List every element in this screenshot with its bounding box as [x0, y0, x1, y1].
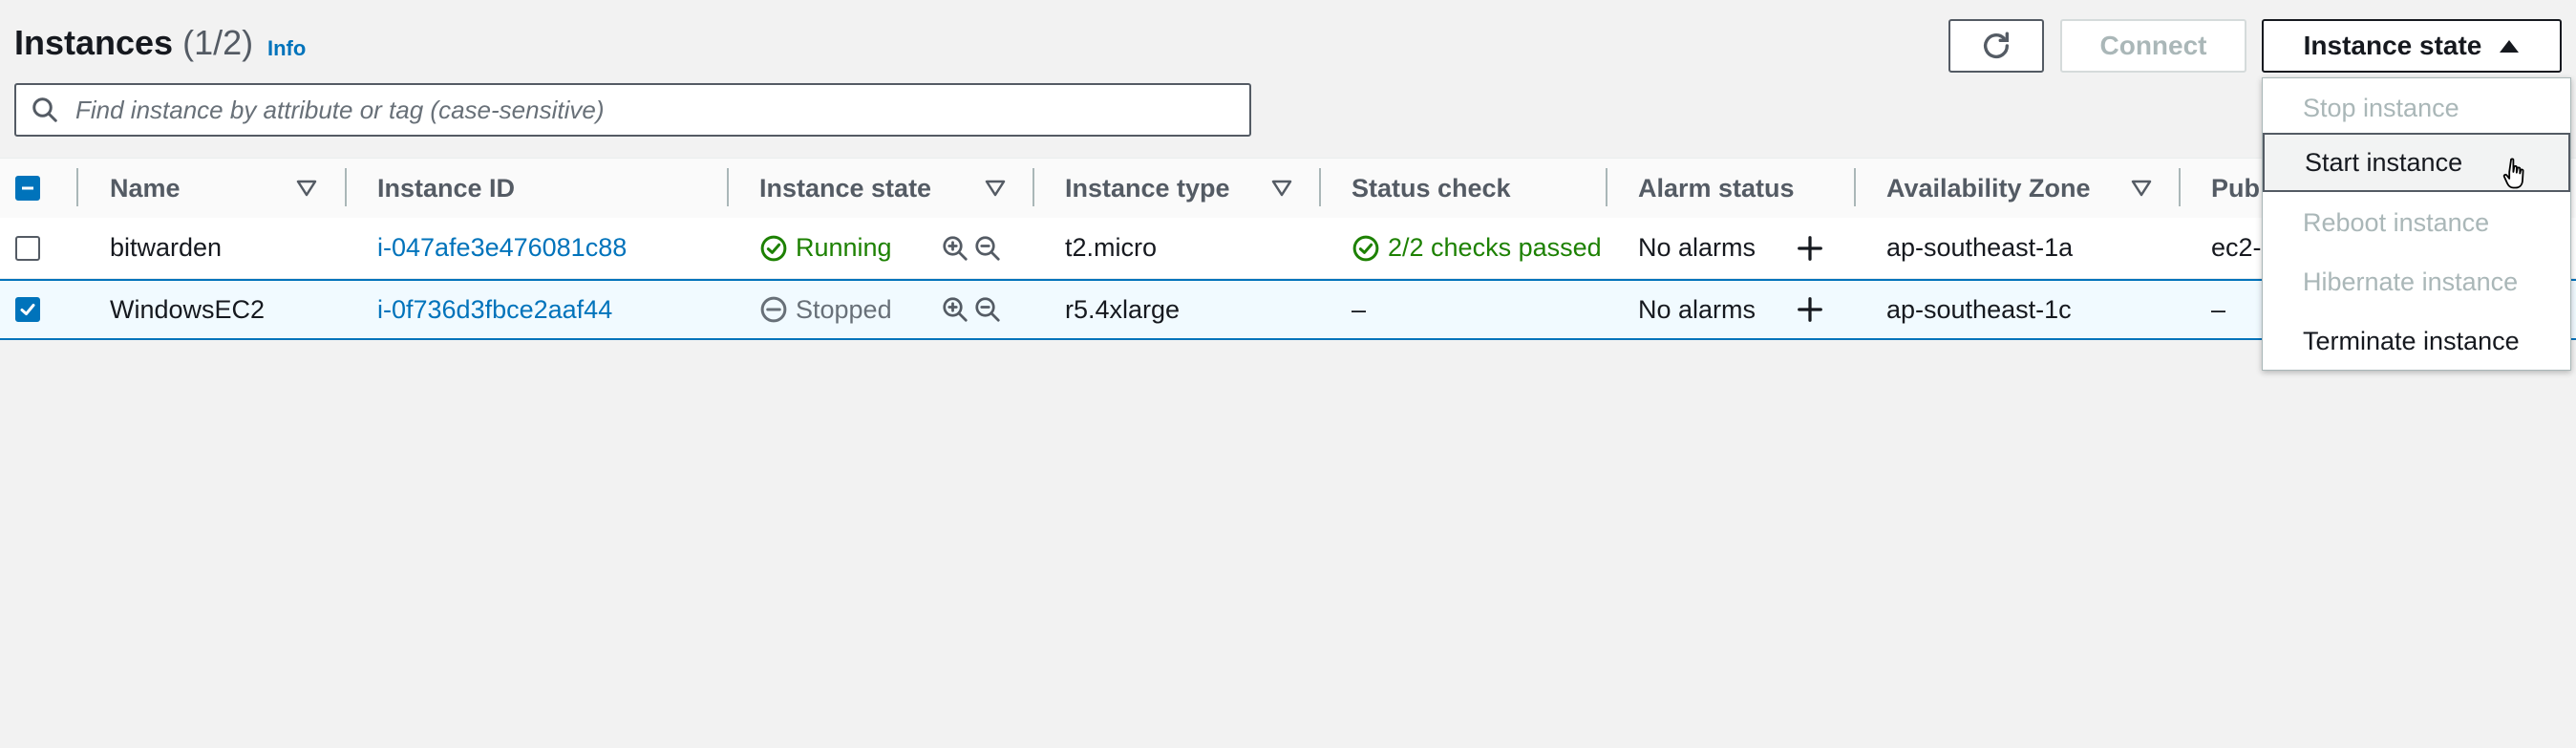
- column-header-instance-type[interactable]: Instance type: [1065, 159, 1230, 218]
- search-field[interactable]: [14, 83, 1251, 137]
- instance-state-cell: Stopped: [759, 281, 892, 338]
- indeterminate-icon: [22, 186, 33, 190]
- instance-state-menu: Stop instance Start instance Reboot inst…: [2262, 77, 2571, 371]
- menu-item-hibernate-instance[interactable]: Hibernate instance: [2263, 252, 2570, 311]
- menu-item-reboot-instance[interactable]: Reboot instance: [2263, 193, 2570, 252]
- instance-type: r5.4xlarge: [1065, 294, 1181, 324]
- instance-state-button[interactable]: Instance state: [2262, 19, 2562, 73]
- column-header-availability-zone[interactable]: Availability Zone: [1886, 159, 2091, 218]
- add-alarm-button[interactable]: [1796, 281, 1824, 338]
- column-divider[interactable]: [345, 168, 347, 206]
- refresh-button[interactable]: [1948, 19, 2044, 73]
- instance-id-link[interactable]: i-047afe3e476081c88: [377, 218, 627, 278]
- instance-name: WindowsEC2: [110, 294, 266, 324]
- status-check-cell: 2/2 checks passed: [1352, 218, 1602, 278]
- zoom-controls: [941, 281, 1002, 338]
- column-divider[interactable]: [727, 168, 729, 206]
- zoom-out-icon[interactable]: [973, 234, 1002, 263]
- column-header-instance-id[interactable]: Instance ID: [377, 159, 515, 218]
- checkmark-icon: [20, 304, 35, 315]
- hand-cursor-icon: [2502, 158, 2524, 189]
- column-divider[interactable]: [2179, 168, 2181, 206]
- zoom-out-icon[interactable]: [973, 295, 1002, 324]
- check-circle-icon: [760, 235, 787, 261]
- column-header-instance-state[interactable]: Instance state: [759, 159, 931, 218]
- plus-icon: [1798, 297, 1822, 322]
- page-title: Instances (1/2): [14, 23, 253, 63]
- selection-count: (1/2): [182, 23, 254, 62]
- stopped-circle-icon: [760, 296, 787, 323]
- alarm-status: No alarms: [1638, 233, 1756, 262]
- status-check-text: –: [1352, 294, 1367, 324]
- caret-up-icon: [2500, 40, 2520, 53]
- instance-state-text: Running: [796, 233, 892, 262]
- sort-down-icon[interactable]: [2131, 180, 2152, 197]
- search-icon: [16, 96, 74, 124]
- zoom-controls: [941, 218, 1002, 278]
- table-row[interactable]: WindowsEC2 i-0f736d3fbce2aaf44 Stopped r…: [0, 279, 2576, 340]
- column-divider[interactable]: [1319, 168, 1321, 206]
- column-divider[interactable]: [1606, 168, 1607, 206]
- column-divider[interactable]: [1854, 168, 1856, 206]
- zoom-in-icon[interactable]: [941, 234, 969, 263]
- availability-zone: ap-southeast-1c: [1886, 294, 2072, 324]
- table-row[interactable]: bitwarden i-047afe3e476081c88 Running t2…: [0, 218, 2576, 279]
- status-check-text: 2/2 checks passed: [1388, 233, 1602, 262]
- connect-button[interactable]: Connect: [2060, 19, 2246, 73]
- instance-type: t2.micro: [1065, 233, 1158, 262]
- public-dns: –: [2211, 294, 2226, 324]
- sort-down-icon[interactable]: [985, 180, 1006, 197]
- column-header-name[interactable]: Name: [110, 159, 181, 218]
- check-circle-icon: [1352, 235, 1379, 261]
- add-alarm-button[interactable]: [1796, 218, 1824, 278]
- column-header-public[interactable]: Pub: [2211, 159, 2260, 218]
- alarm-status: No alarms: [1638, 294, 1756, 324]
- sort-down-icon[interactable]: [1271, 180, 1292, 197]
- instance-state-text: Stopped: [796, 294, 892, 324]
- row-checkbox[interactable]: [15, 297, 40, 322]
- availability-zone: ap-southeast-1a: [1886, 233, 2074, 262]
- instance-state-cell: Running: [759, 218, 892, 278]
- row-checkbox[interactable]: [15, 236, 40, 261]
- select-all-checkbox[interactable]: [15, 176, 40, 201]
- sort-down-icon[interactable]: [296, 180, 317, 197]
- page-title-text: Instances: [14, 23, 174, 62]
- plus-icon: [1798, 235, 1822, 261]
- menu-item-terminate-instance[interactable]: Terminate instance: [2263, 311, 2570, 371]
- instance-state-button-label: Instance state: [2303, 31, 2482, 60]
- column-divider[interactable]: [76, 168, 78, 206]
- menu-item-stop-instance[interactable]: Stop instance: [2263, 78, 2570, 138]
- instance-name: bitwarden: [110, 233, 223, 262]
- info-link[interactable]: Info: [267, 36, 306, 61]
- column-divider[interactable]: [1033, 168, 1034, 206]
- column-header-status-check[interactable]: Status check: [1352, 159, 1511, 218]
- public-dns: ec2-: [2211, 233, 2262, 262]
- instance-id-link[interactable]: i-0f736d3fbce2aaf44: [377, 281, 612, 338]
- search-input[interactable]: [74, 94, 1249, 126]
- zoom-in-icon[interactable]: [941, 295, 969, 324]
- refresh-icon: [1983, 32, 2010, 58]
- column-header-alarm-status[interactable]: Alarm status: [1638, 159, 1795, 218]
